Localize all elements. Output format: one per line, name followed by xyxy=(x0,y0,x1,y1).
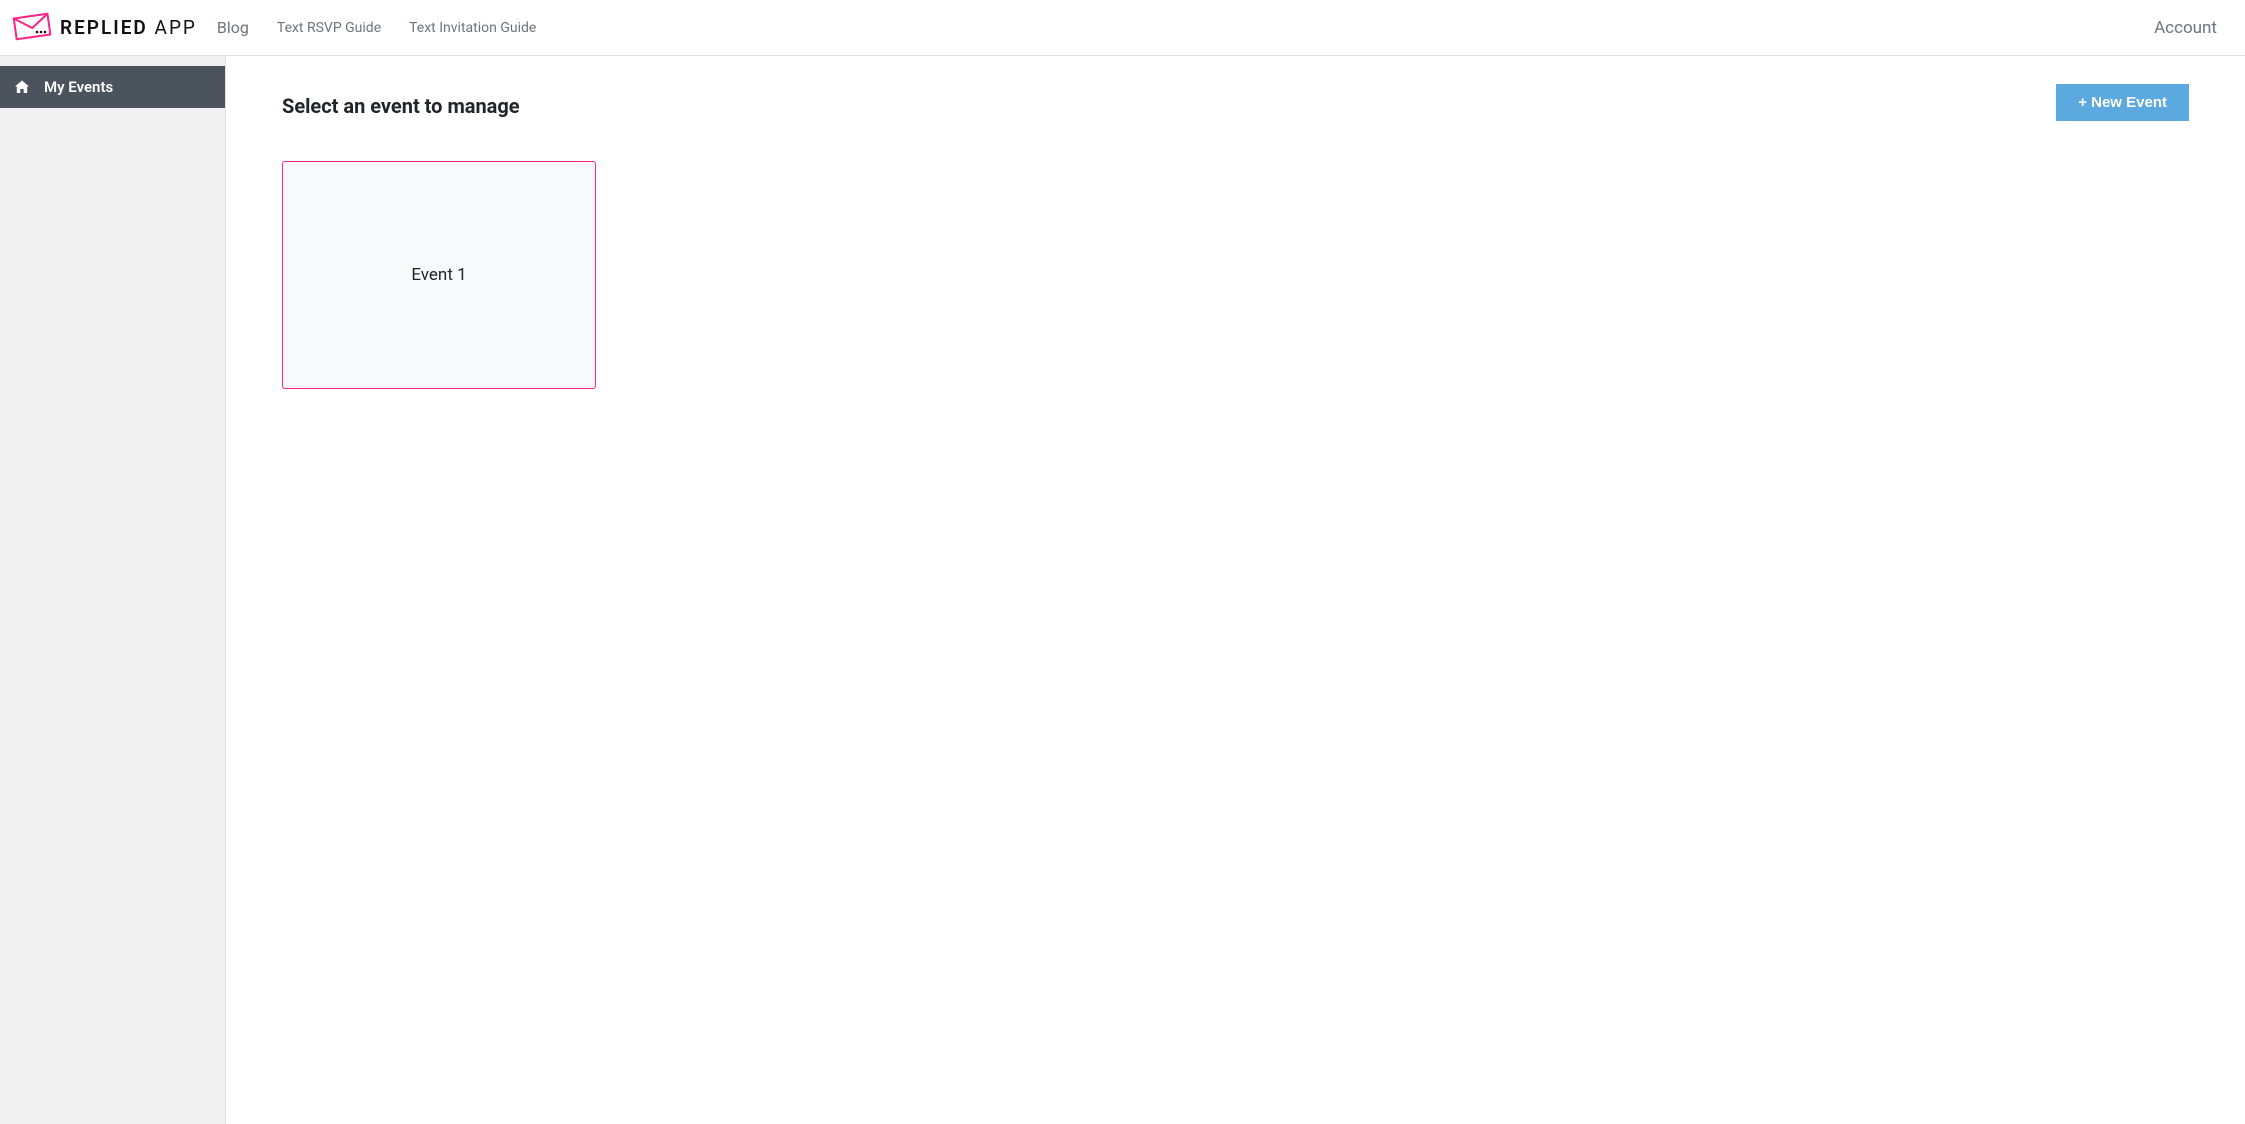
logo-text: REPLIED APP xyxy=(60,16,197,39)
sidebar: My Events xyxy=(0,56,226,1124)
nav-link-blog[interactable]: Blog xyxy=(217,18,249,37)
nav-link-rsvp-guide[interactable]: Text RSVP Guide xyxy=(277,20,381,36)
envelope-icon xyxy=(12,10,52,46)
event-card-title: Event 1 xyxy=(411,265,466,285)
logo[interactable]: REPLIED APP xyxy=(12,10,197,46)
top-navbar: REPLIED APP Blog Text RSVP Guide Text In… xyxy=(0,0,2245,56)
new-event-button[interactable]: + New Event xyxy=(2056,84,2189,121)
home-icon xyxy=(14,79,30,95)
nav-link-invitation-guide[interactable]: Text Invitation Guide xyxy=(409,20,536,36)
sidebar-item-my-events[interactable]: My Events xyxy=(0,66,225,108)
events-grid: Event 1 xyxy=(282,161,2189,389)
topnav-links: Blog Text RSVP Guide Text Invitation Gui… xyxy=(217,18,536,37)
sidebar-item-label: My Events xyxy=(44,78,113,96)
event-card[interactable]: Event 1 xyxy=(282,161,596,389)
account-link[interactable]: Account xyxy=(2154,18,2217,38)
page-title: Select an event to manage xyxy=(282,94,520,118)
main-header: Select an event to manage + New Event xyxy=(282,84,2189,121)
main-content: Select an event to manage + New Event Ev… xyxy=(226,56,2245,1124)
